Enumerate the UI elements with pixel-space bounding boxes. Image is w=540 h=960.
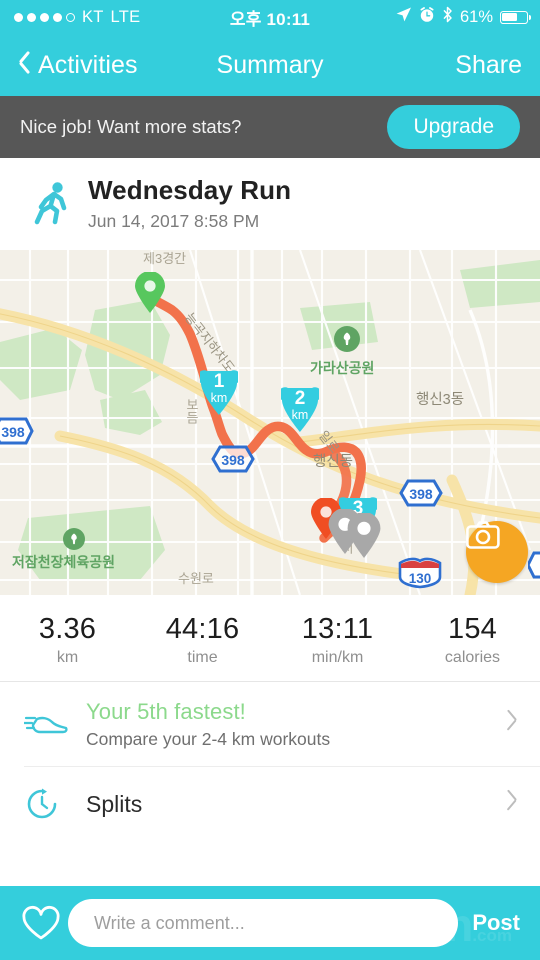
stat-time: 44:16 time [135, 613, 270, 667]
splits-row[interactable]: Splits [0, 767, 540, 841]
stat-calories-label: calories [444, 649, 501, 666]
navigation-bar: Activities Summary Share [0, 34, 540, 96]
map-label-dong-3: 행신3동 [416, 392, 465, 408]
km-marker-2-number: 2 [294, 388, 306, 409]
svg-text:398: 398 [1, 424, 25, 440]
personal-best-text: Your 5th fastest! Compare your 2-4 km wo… [86, 699, 505, 750]
comment-bar: Post dietshin.com [0, 886, 540, 960]
map-label-park-2: 저잠천장체육공원 [12, 554, 116, 570]
network-type-label: LTE [110, 7, 141, 26]
splits-text: Splits [86, 791, 505, 818]
stat-time-value: 44:16 [165, 613, 240, 645]
activity-summary-screen: KT LTE 오후 10:11 61% Activities Summary S… [0, 0, 540, 960]
comment-input[interactable] [68, 899, 459, 947]
stat-time-label: time [187, 649, 218, 666]
map-label-street-top: 제3경간 [143, 251, 187, 266]
signal-strength-icon [14, 12, 75, 22]
carrier-label: KT [82, 7, 104, 26]
battery-percent-label: 61% [459, 7, 493, 26]
personal-best-title: Your 5th fastest! [86, 698, 246, 724]
bluetooth-icon [442, 6, 453, 28]
activity-title-group: Wednesday Run Jun 14, 2017 8:58 PM [88, 175, 292, 232]
km-marker-1: 1 km [200, 368, 238, 416]
stats-row: 3.36 km 44:16 time 13:11 min/km 154 calo… [0, 595, 540, 681]
upgrade-banner-text: Nice job! Want more stats? [20, 116, 242, 137]
location-arrow-icon [395, 6, 412, 28]
map-label-park: 가라산공원 [310, 360, 375, 376]
map-label-street-suwon: 수원로 [178, 571, 214, 586]
status-bar-left: KT LTE [14, 8, 140, 27]
chevron-right-icon-2 [505, 793, 518, 815]
chevron-left-icon [18, 53, 32, 77]
km-marker-1-number: 1 [213, 371, 225, 392]
alarm-clock-icon [419, 6, 435, 28]
stat-distance-value: 3.36 [38, 613, 97, 645]
svg-text:398: 398 [409, 486, 433, 502]
battery-icon [500, 10, 532, 24]
map-label-vertical: 보듬 [184, 398, 199, 424]
upgrade-banner: Nice job! Want more stats? Upgrade [0, 96, 540, 158]
chevron-right-icon [505, 713, 518, 735]
stat-distance-label: km [56, 649, 79, 666]
personal-best-row[interactable]: Your 5th fastest! Compare your 2-4 km wo… [0, 682, 540, 766]
heart-icon[interactable] [14, 905, 68, 941]
stopwatch-icon [24, 786, 80, 822]
stat-calories: 154 calories [405, 613, 540, 667]
activity-date: Jun 14, 2017 8:58 PM [88, 210, 260, 231]
status-bar: KT LTE 오후 10:11 61% [0, 0, 540, 34]
stat-pace-value: 13:11 [301, 613, 374, 645]
personal-best-subtitle: Compare your 2-4 km workouts [86, 728, 331, 749]
stat-pace-label: min/km [311, 649, 364, 666]
km-marker-1-unit: km [210, 391, 228, 405]
activity-header: Wednesday Run Jun 14, 2017 8:58 PM [0, 158, 540, 250]
activity-title: Wednesday Run [88, 175, 292, 206]
km-marker-2-unit: km [291, 408, 309, 422]
km-marker-2: 2 km [281, 385, 319, 433]
status-bar-right: 61% [395, 6, 532, 28]
camera-button[interactable] [466, 521, 528, 583]
back-button[interactable]: Activities [18, 51, 138, 80]
winged-shoe-icon [24, 708, 80, 740]
stat-distance: 3.36 km [0, 613, 135, 667]
running-person-icon [24, 180, 80, 228]
share-button[interactable]: Share [455, 51, 522, 80]
splits-title: Splits [86, 790, 143, 817]
back-button-label: Activities [38, 50, 138, 79]
stat-calories-value: 154 [448, 613, 497, 645]
post-button[interactable]: Post [472, 910, 520, 936]
stat-pace: 13:11 min/km [270, 613, 405, 667]
svg-text:130: 130 [409, 571, 432, 586]
route-map[interactable]: 가라산공원 행신3동 행신동 능곡지하차도 일로 제3경간 저잠천장체육공원 수… [0, 250, 540, 595]
upgrade-button[interactable]: Upgrade [387, 105, 520, 149]
svg-text:398: 398 [221, 452, 245, 468]
